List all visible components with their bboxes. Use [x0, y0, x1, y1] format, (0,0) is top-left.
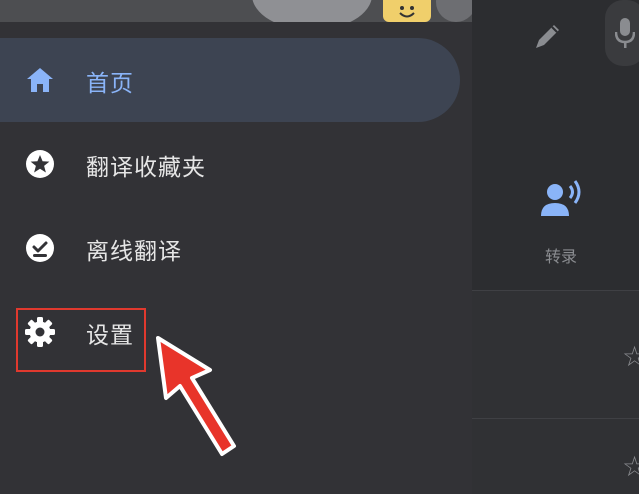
drawer-item-favorites[interactable]: 翻译收藏夹 — [0, 122, 460, 206]
header-decoration — [252, 0, 372, 22]
star-icon — [26, 150, 54, 178]
drawer-item-label: 翻译收藏夹 — [86, 155, 206, 181]
drawer-header — [0, 0, 472, 22]
drawer-item-label: 离线翻译 — [86, 239, 182, 265]
mic-icon — [615, 18, 635, 48]
star-icon: ☆ — [622, 340, 639, 373]
divider — [472, 290, 639, 291]
settings-highlight-box — [16, 308, 146, 372]
home-icon — [27, 68, 53, 92]
header-decoration — [436, 0, 472, 22]
emoji-badge — [383, 0, 431, 22]
drawer-item-home[interactable]: 首页 — [0, 38, 460, 122]
drawer-item-offline[interactable]: 离线翻译 — [0, 206, 460, 290]
transcribe-label: 转录 — [545, 247, 578, 266]
background-main-panel: 转录 ☆ ☆ — [472, 0, 639, 494]
star-icon: ☆ — [622, 450, 639, 483]
offline-check-icon — [26, 234, 54, 262]
transcribe-icon — [541, 180, 581, 216]
drawer-item-label: 首页 — [86, 71, 134, 97]
divider — [472, 418, 639, 419]
mic-button — [605, 0, 639, 66]
pointer-arrow-icon — [156, 336, 236, 456]
smiley-icon — [399, 6, 415, 18]
pen-icon — [536, 25, 559, 48]
